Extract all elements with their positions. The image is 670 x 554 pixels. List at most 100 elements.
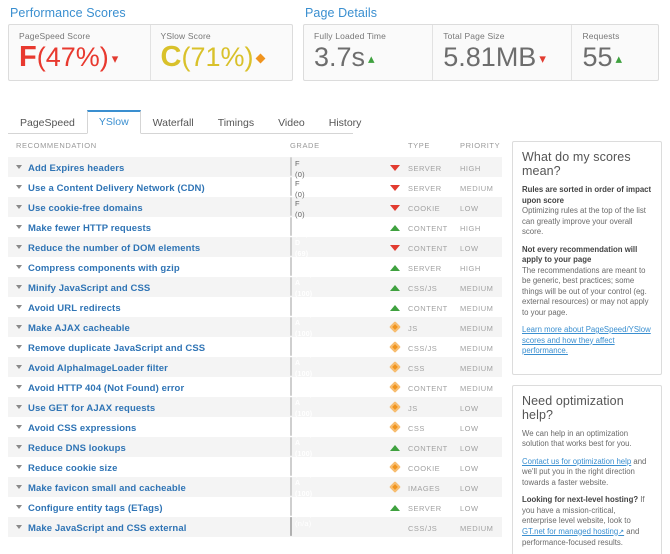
expand-triangle-icon[interactable]: [16, 425, 22, 429]
table-row[interactable]: Avoid CSS expressions A (100) CSS LOW: [8, 417, 502, 438]
recommendation-cell[interactable]: Reduce the number of DOM elements: [8, 237, 290, 257]
table-row[interactable]: Make AJAX cacheable A (100) JS MEDIUM: [8, 317, 502, 338]
recommendation-cell[interactable]: Avoid URL redirects: [8, 297, 290, 317]
tab-yslow[interactable]: YSlow: [86, 110, 141, 134]
scores-explanation-p2-text: The recommendations are meant to be gene…: [522, 265, 649, 317]
recommendation-cell[interactable]: Avoid CSS expressions: [8, 417, 290, 437]
table-row[interactable]: Use GET for AJAX requests A (100) JS LOW: [8, 397, 502, 418]
recommendation-link[interactable]: Use a Content Delivery Network (CDN): [28, 183, 205, 194]
table-row[interactable]: Reduce DNS lookups A (100) CONTENT LOW: [8, 437, 502, 458]
table-row[interactable]: Make favicon small and cacheable A (100) I…: [8, 477, 502, 498]
recommendation-link[interactable]: Avoid HTTP 404 (Not Found) error: [28, 383, 184, 394]
tab-history[interactable]: History: [317, 111, 374, 134]
table-row[interactable]: Remove duplicate JavaScript and CSS A (10…: [8, 337, 502, 358]
column-header-type[interactable]: TYPE: [408, 141, 460, 157]
recommendation-link[interactable]: Use cookie-free domains: [28, 203, 143, 214]
recommendation-link[interactable]: Avoid CSS expressions: [28, 423, 136, 434]
recommendation-link[interactable]: Add Expires headers: [28, 163, 124, 174]
recommendation-link[interactable]: Use GET for AJAX requests: [28, 403, 155, 414]
expand-triangle-icon[interactable]: [16, 185, 22, 189]
recommendation-cell[interactable]: Minify JavaScript and CSS: [8, 277, 290, 297]
expand-triangle-icon[interactable]: [16, 405, 22, 409]
recommendation-cell[interactable]: Use GET for AJAX requests: [8, 397, 290, 417]
recommendation-cell[interactable]: Use cookie-free domains: [8, 197, 290, 217]
total-page-size-metric[interactable]: Total Page Size 5.81MB ▾: [433, 25, 573, 80]
recommendation-link[interactable]: Make JavaScript and CSS external: [28, 523, 186, 534]
recommendation-link[interactable]: Make fewer HTTP requests: [28, 223, 151, 234]
column-header-grade[interactable]: GRADE: [290, 141, 382, 157]
table-row[interactable]: Use a Content Delivery Network (CDN) F (0…: [8, 177, 502, 199]
tab-timings[interactable]: Timings: [206, 111, 266, 134]
expand-triangle-icon[interactable]: [16, 285, 22, 289]
expand-triangle-icon[interactable]: [16, 345, 22, 349]
expand-triangle-icon[interactable]: [16, 385, 22, 389]
recommendation-link[interactable]: Reduce cookie size: [28, 463, 117, 474]
tab-video[interactable]: Video: [266, 111, 317, 134]
recommendation-link[interactable]: Configure entity tags (ETags): [28, 503, 163, 514]
recommendation-cell[interactable]: Make favicon small and cacheable: [8, 477, 290, 497]
recommendation-link[interactable]: Reduce the number of DOM elements: [28, 243, 200, 254]
tab-pagespeed[interactable]: PageSpeed: [8, 111, 87, 134]
expand-triangle-icon[interactable]: [16, 225, 22, 229]
fully-loaded-time-metric[interactable]: Fully Loaded Time 3.7s ▴: [304, 25, 434, 80]
report-tabs[interactable]: PageSpeed YSlow Waterfall Timings Video Histo…: [8, 108, 361, 134]
contact-us-link[interactable]: Contact us for optimization help: [522, 457, 631, 466]
recommendation-cell[interactable]: Reduce cookie size: [8, 457, 290, 477]
table-row[interactable]: Reduce cookie size A (100) COOKIE LOW: [8, 457, 502, 478]
table-row[interactable]: Add Expires headers F (0) SERVER HIGH: [8, 157, 502, 179]
table-row[interactable]: Make fewer HTTP requests C (76) CONTENT HIG…: [8, 217, 502, 238]
tab-waterfall[interactable]: Waterfall: [141, 111, 206, 134]
expand-triangle-icon[interactable]: [16, 365, 22, 369]
expand-triangle-icon[interactable]: [16, 265, 22, 269]
diamond-icon: [389, 421, 401, 433]
expand-triangle-icon[interactable]: [16, 205, 22, 209]
learn-more-link[interactable]: Learn more about PageSpeed/YSlow scores …: [522, 325, 651, 355]
recommendation-link[interactable]: Make favicon small and cacheable: [28, 483, 186, 494]
yslow-score-metric[interactable]: YSlow Score C (71%): [151, 25, 293, 80]
recommendation-cell[interactable]: Avoid HTTP 404 (Not Found) error: [8, 377, 290, 397]
table-row[interactable]: Avoid AlphaImageLoader filter A (100) CSS M…: [8, 357, 502, 378]
table-row[interactable]: Use cookie-free domains F (0) COOKIE LOW: [8, 197, 502, 219]
table-row[interactable]: Avoid URL redirects A (100) CONTENT MEDIUM: [8, 297, 502, 318]
expand-triangle-icon[interactable]: [16, 165, 22, 169]
recommendation-cell[interactable]: Use a Content Delivery Network (CDN): [8, 177, 290, 197]
recommendation-cell[interactable]: Avoid AlphaImageLoader filter: [8, 357, 290, 377]
gtnet-hosting-link[interactable]: GT.net for managed hosting: [522, 527, 618, 536]
pagespeed-score-metric[interactable]: PageSpeed Score F (47%) ▾: [9, 25, 151, 80]
grade-bar: F (0): [290, 157, 305, 179]
recommendation-cell[interactable]: Make AJAX cacheable: [8, 317, 290, 337]
table-row[interactable]: Reduce the number of DOM elements D (69) C…: [8, 237, 502, 258]
recommendation-cell[interactable]: Add Expires headers: [8, 157, 290, 177]
expand-triangle-icon[interactable]: [16, 245, 22, 249]
table-row[interactable]: Compress components with gzip A (100) SERV…: [8, 257, 502, 278]
recommendation-link[interactable]: Compress components with gzip: [28, 263, 180, 274]
recommendation-cell[interactable]: Remove duplicate JavaScript and CSS: [8, 337, 290, 357]
column-header-recommendation[interactable]: RECOMMENDATION: [8, 141, 290, 157]
expand-triangle-icon[interactable]: [16, 445, 22, 449]
recommendation-cell[interactable]: Make fewer HTTP requests: [8, 217, 290, 237]
expand-triangle-icon[interactable]: [16, 525, 22, 529]
table-row[interactable]: Configure entity tags (ETags) A (100) SERV…: [8, 497, 502, 518]
type-label: CSS/JS: [408, 344, 438, 353]
expand-triangle-icon[interactable]: [16, 465, 22, 469]
recommendation-link[interactable]: Reduce DNS lookups: [28, 443, 126, 454]
column-header-priority[interactable]: PRIORITY: [460, 141, 502, 157]
recommendation-link[interactable]: Avoid URL redirects: [28, 303, 121, 314]
requests-metric[interactable]: Requests 55 ▴: [572, 25, 658, 80]
table-row[interactable]: Make JavaScript and CSS external (n/a) CSS…: [8, 517, 502, 537]
recommendation-cell[interactable]: Configure entity tags (ETags): [8, 497, 290, 517]
recommendation-link[interactable]: Minify JavaScript and CSS: [28, 283, 150, 294]
recommendation-cell[interactable]: Make JavaScript and CSS external: [8, 517, 290, 537]
expand-triangle-icon[interactable]: [16, 505, 22, 509]
recommendation-cell[interactable]: Reduce DNS lookups: [8, 437, 290, 457]
recommendation-link[interactable]: Avoid AlphaImageLoader filter: [28, 363, 168, 374]
recommendation-link[interactable]: Make AJAX cacheable: [28, 323, 130, 334]
expand-triangle-icon[interactable]: [16, 305, 22, 309]
expand-triangle-icon[interactable]: [16, 325, 22, 329]
table-row[interactable]: Avoid HTTP 404 (Not Found) error A (100) C…: [8, 377, 502, 398]
recommendation-link[interactable]: Remove duplicate JavaScript and CSS: [28, 343, 205, 354]
optimization-help-paragraph-2: Contact us for optimization help and we'…: [522, 457, 652, 489]
table-row[interactable]: Minify JavaScript and CSS A (100) CSS/JS ME…: [8, 277, 502, 298]
expand-triangle-icon[interactable]: [16, 485, 22, 489]
recommendation-cell[interactable]: Compress components with gzip: [8, 257, 290, 277]
